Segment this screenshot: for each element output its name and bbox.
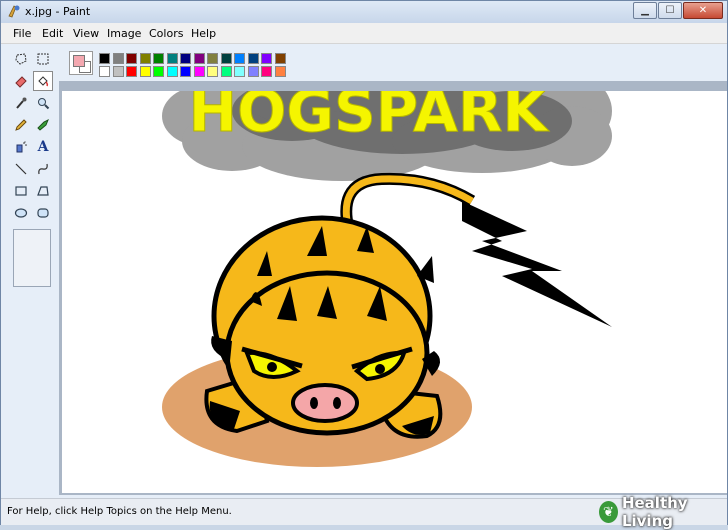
tool-pencil[interactable] (11, 115, 31, 135)
tool-magnifier[interactable] (33, 93, 53, 113)
menu-view[interactable]: View (73, 27, 99, 40)
eraser-icon (15, 76, 27, 88)
magnifier-icon (38, 98, 50, 110)
title-bar: x.jpg - Paint ▁ ☐ ✕ (1, 1, 727, 23)
tool-text[interactable]: A (33, 137, 53, 157)
rectangle-icon (15, 186, 27, 196)
eyedropper-icon (16, 97, 27, 109)
pig-snout (291, 383, 359, 423)
palette-swatch[interactable] (220, 66, 232, 77)
palette-swatch[interactable] (166, 66, 178, 77)
palette-swatch[interactable] (193, 53, 205, 64)
lasso-icon (15, 53, 27, 65)
curve-icon (38, 163, 48, 175)
palette-swatch[interactable] (139, 53, 151, 64)
tool-line[interactable] (11, 159, 31, 179)
tool-options-panel[interactable] (13, 229, 51, 287)
menu-bar: File Edit View Image Colors Help (1, 23, 727, 44)
tool-brush[interactable] (33, 115, 53, 135)
drawing-canvas[interactable]: HOGSPARK (62, 51, 727, 493)
close-icon: ✕ (698, 5, 708, 16)
status-text: For Help, click Help Topics on the Help … (7, 506, 232, 517)
palette-swatch[interactable] (274, 66, 286, 77)
lightning-bolt (462, 201, 612, 327)
palette-swatch[interactable] (247, 53, 259, 64)
menu-colors[interactable]: Colors (149, 27, 183, 40)
palette-swatch[interactable] (166, 53, 178, 64)
tool-polygon[interactable] (33, 181, 53, 201)
palette-swatch[interactable] (99, 66, 110, 77)
palette-swatch[interactable] (180, 66, 191, 77)
ellipse-icon (14, 208, 28, 218)
palette-swatch[interactable] (126, 66, 137, 77)
palette-swatch[interactable] (112, 66, 124, 77)
palette-swatch[interactable] (261, 66, 272, 77)
canvas-title: HOGSPARK (189, 91, 550, 145)
minimize-icon: ▁ (641, 5, 649, 16)
menu-image[interactable]: Image (107, 27, 141, 40)
tool-airbrush[interactable] (11, 137, 31, 157)
minimize-button[interactable]: ▁ (633, 2, 657, 19)
palette-swatch[interactable] (193, 66, 205, 77)
palette-swatch[interactable] (234, 53, 245, 64)
palette-swatch[interactable] (139, 66, 151, 77)
palette-swatch[interactable] (153, 53, 164, 64)
leaf-logo-icon: ❦ (599, 501, 618, 523)
rect-select-icon (37, 53, 49, 65)
palette-swatch[interactable] (207, 53, 218, 64)
paint-app-icon (8, 5, 20, 18)
menu-edit[interactable]: Edit (42, 27, 63, 40)
menu-help[interactable]: Help (191, 27, 216, 40)
canvas-drawing: HOGSPARK (162, 51, 612, 467)
maximize-icon: ☐ (665, 5, 675, 16)
palette-swatch[interactable] (220, 53, 232, 64)
tool-pick-color[interactable] (11, 93, 31, 113)
line-icon (15, 163, 27, 175)
palette-swatch[interactable] (261, 53, 272, 64)
airbrush-icon (16, 141, 27, 153)
polygon-icon (37, 186, 49, 196)
palette-swatch[interactable] (274, 53, 286, 64)
brush-icon (37, 118, 49, 131)
tool-curve[interactable] (33, 159, 53, 179)
tool-ellipse[interactable] (11, 203, 31, 223)
tool-fill[interactable] (33, 71, 53, 91)
healthy-living-watermark: ❦ Healthy Living (599, 494, 727, 530)
foreground-color-swatch[interactable] (73, 55, 85, 67)
pencil-icon (15, 119, 27, 131)
paint-window: x.jpg - Paint ▁ ☐ ✕ File Edit View Image… (0, 0, 728, 530)
tool-rounded-rectangle[interactable] (33, 203, 53, 223)
palette-swatch[interactable] (207, 66, 218, 77)
tool-rectangle[interactable] (11, 181, 31, 201)
palette-swatch[interactable] (153, 66, 164, 77)
text-icon: A (37, 139, 49, 155)
menu-file[interactable]: File (13, 27, 31, 40)
tool-eraser[interactable] (11, 71, 31, 91)
palette-swatch[interactable] (180, 53, 191, 64)
palette-swatch[interactable] (99, 53, 110, 64)
current-colors[interactable] (69, 51, 93, 75)
window-title: x.jpg - Paint (25, 5, 91, 18)
paint-bucket-icon (38, 76, 49, 87)
palette-swatch[interactable] (247, 66, 259, 77)
palette-swatch[interactable] (112, 53, 124, 64)
palette-swatch[interactable] (234, 66, 245, 77)
tool-free-form-select[interactable] (11, 49, 31, 69)
palette-swatch[interactable] (126, 53, 137, 64)
rounded-rectangle-icon (37, 208, 49, 218)
close-button[interactable]: ✕ (683, 2, 723, 19)
caption-buttons: ▁ ☐ ✕ (632, 2, 723, 20)
maximize-button[interactable]: ☐ (658, 2, 682, 19)
tool-select[interactable] (33, 49, 53, 69)
